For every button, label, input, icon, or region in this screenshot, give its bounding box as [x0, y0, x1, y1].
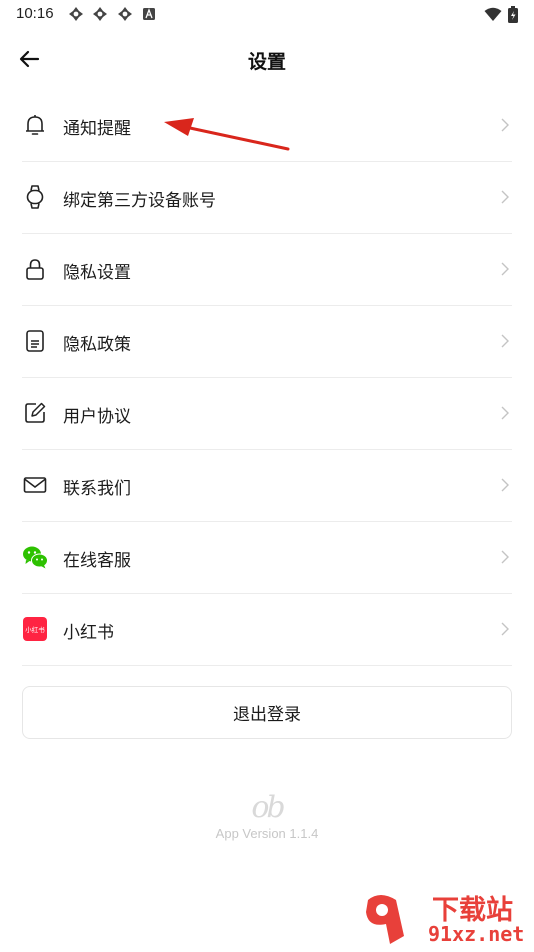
wifi-icon: [484, 7, 502, 21]
settings-item-privacy-policy[interactable]: 隐私政策: [22, 306, 512, 378]
page-title: 设置: [247, 51, 286, 73]
settings-item-label: 在线客服: [63, 551, 131, 571]
settings-item-label: 联系我们: [63, 479, 131, 499]
settings-item-contact-us[interactable]: 联系我们: [22, 450, 512, 522]
settings-item-xiaohongshu[interactable]: 小红书 小红书: [22, 594, 512, 666]
settings-item-user-agreement[interactable]: 用户协议: [22, 378, 512, 450]
app-notification-icon: [118, 7, 132, 21]
chevron-right-icon: [501, 550, 509, 564]
wechat-icon: [23, 546, 48, 569]
app-logo: ob: [0, 790, 534, 825]
settings-item-label: 绑定第三方设备账号: [63, 191, 216, 211]
settings-item-label: 隐私政策: [63, 335, 131, 355]
app-notification-icon: [69, 7, 83, 21]
bell-icon: [26, 115, 44, 135]
header: 设置: [0, 36, 534, 82]
edit-icon: [25, 402, 46, 423]
settings-item-privacy-settings[interactable]: 隐私设置: [22, 234, 512, 306]
annotation-arrow-icon: [164, 118, 290, 151]
svg-text:小红书: 小红书: [25, 625, 45, 634]
settings-item-label: 用户协议: [63, 407, 131, 427]
watermark-line2: 91xz.net: [428, 922, 525, 946]
chevron-right-icon: [501, 118, 509, 132]
settings-item-label: 通知提醒: [63, 119, 131, 139]
chevron-right-icon: [501, 262, 509, 276]
settings-item-label: 隐私设置: [63, 263, 131, 283]
logout-button[interactable]: 退出登录: [22, 686, 512, 739]
settings-item-bind-device[interactable]: 绑定第三方设备账号: [22, 162, 512, 234]
chevron-right-icon: [501, 334, 509, 348]
settings-list: 通知提醒 绑定第三方设备账号 隐私设置 隐私政策 用户协议 联系我们 在线客服 …: [0, 90, 534, 666]
xiaohongshu-icon: 小红书: [23, 617, 47, 641]
app-notification-icon: [93, 7, 107, 21]
chevron-right-icon: [501, 190, 509, 204]
status-right-icons: [484, 5, 518, 23]
document-icon: [26, 330, 44, 352]
app-version: App Version 1.1.4: [215, 826, 319, 841]
app-logo-text: ob: [251, 790, 285, 825]
status-bar: 10:16: [0, 0, 534, 28]
status-time: 10:16: [16, 5, 54, 22]
a-notification-icon: [143, 8, 155, 20]
settings-item-online-service[interactable]: 在线客服: [22, 522, 512, 594]
chevron-right-icon: [501, 622, 509, 636]
settings-item-label: 小红书: [63, 623, 114, 643]
chevron-right-icon: [501, 406, 509, 420]
battery-icon: [508, 5, 518, 23]
watch-icon: [26, 185, 44, 209]
lock-icon: [26, 259, 44, 280]
chevron-right-icon: [501, 478, 509, 492]
mail-icon: [23, 477, 47, 493]
watermark: 下载站 91xz.net: [360, 888, 530, 948]
